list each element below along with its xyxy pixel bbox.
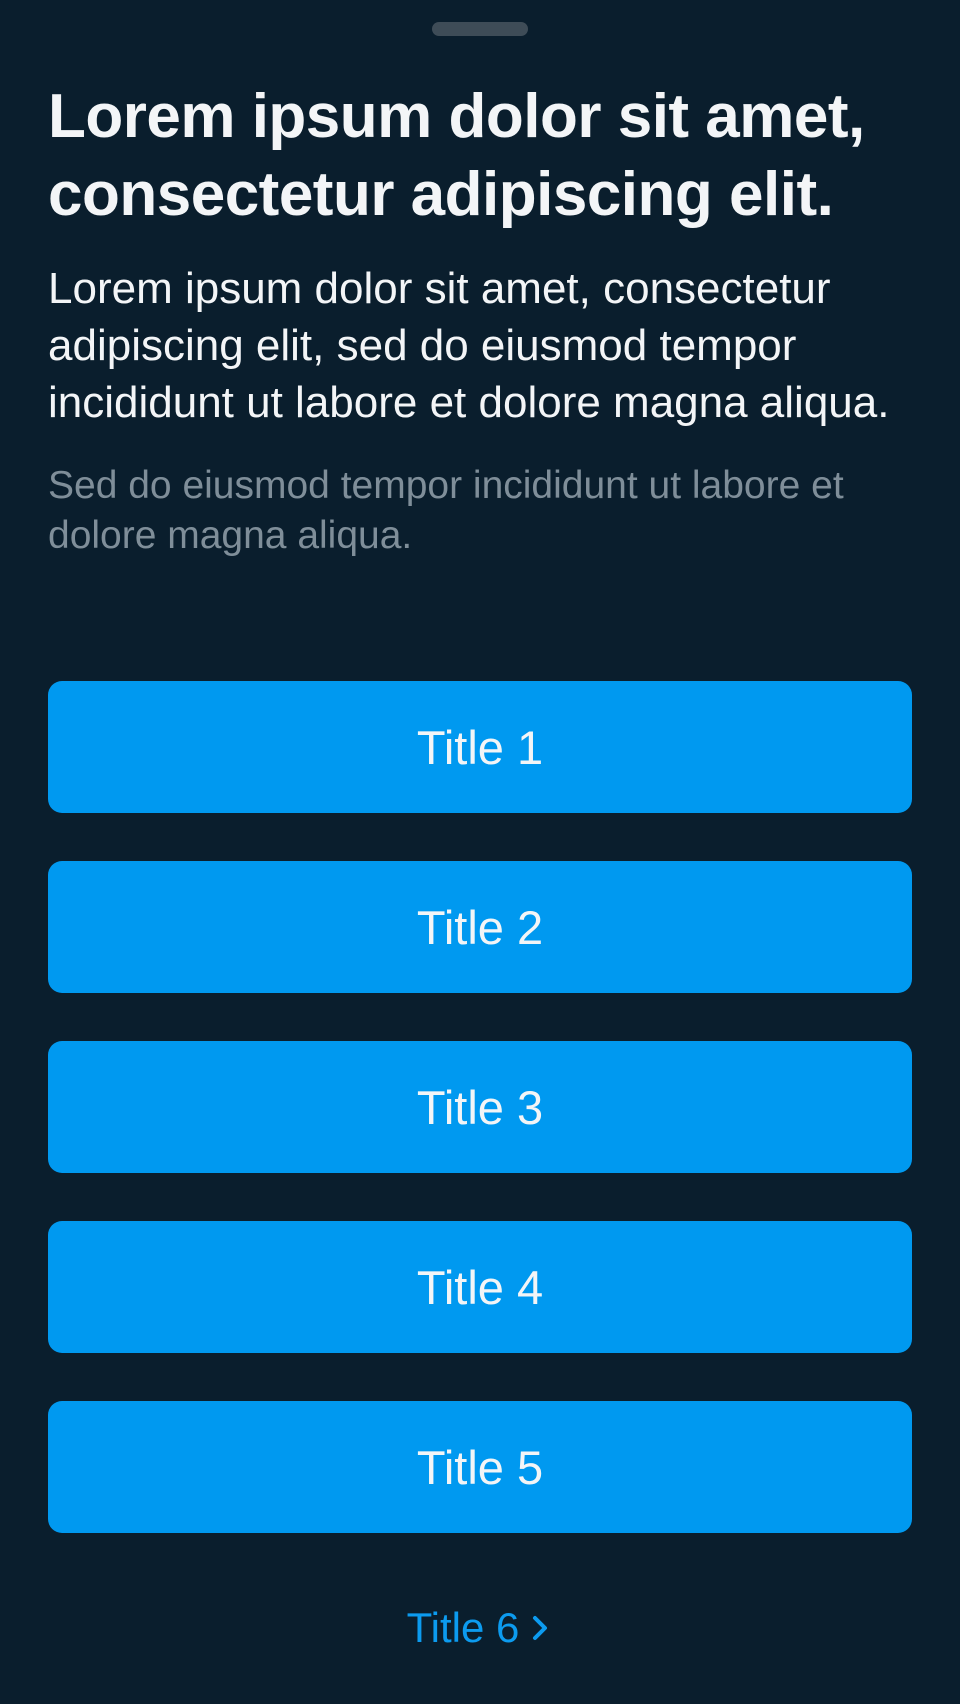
sheet-headline: Lorem ipsum dolor sit amet, consectetur … (48, 82, 865, 229)
title-5-button[interactable]: Title 5 (48, 1401, 912, 1533)
bottom-sheet: Lorem ipsum dolor sit amet, consectetur … (0, 0, 960, 1704)
title-6-link[interactable]: Title 6 (407, 1598, 554, 1658)
title-3-button[interactable]: Title 3 (48, 1041, 912, 1173)
title-4-button[interactable]: Title 4 (48, 1221, 912, 1353)
action-button-list: Title 1 Title 2 Title 3 Title 4 Title 5 (48, 681, 912, 1533)
title-2-button[interactable]: Title 2 (48, 861, 912, 993)
sheet-content: Lorem ipsum dolor sit amet, consectetur … (48, 78, 912, 561)
chevron-right-icon (533, 1616, 548, 1640)
sheet-caption-text: Sed do eiusmod tempor incididunt ut labo… (48, 464, 844, 557)
title-6-link-label: Title 6 (406, 1604, 520, 1651)
sheet-grabber-handle[interactable] (432, 22, 528, 36)
title-1-button[interactable]: Title 1 (48, 681, 912, 813)
link-row: Title 6 (0, 1598, 960, 1658)
sheet-body-text: Lorem ipsum dolor sit amet, consectetur … (48, 264, 890, 427)
